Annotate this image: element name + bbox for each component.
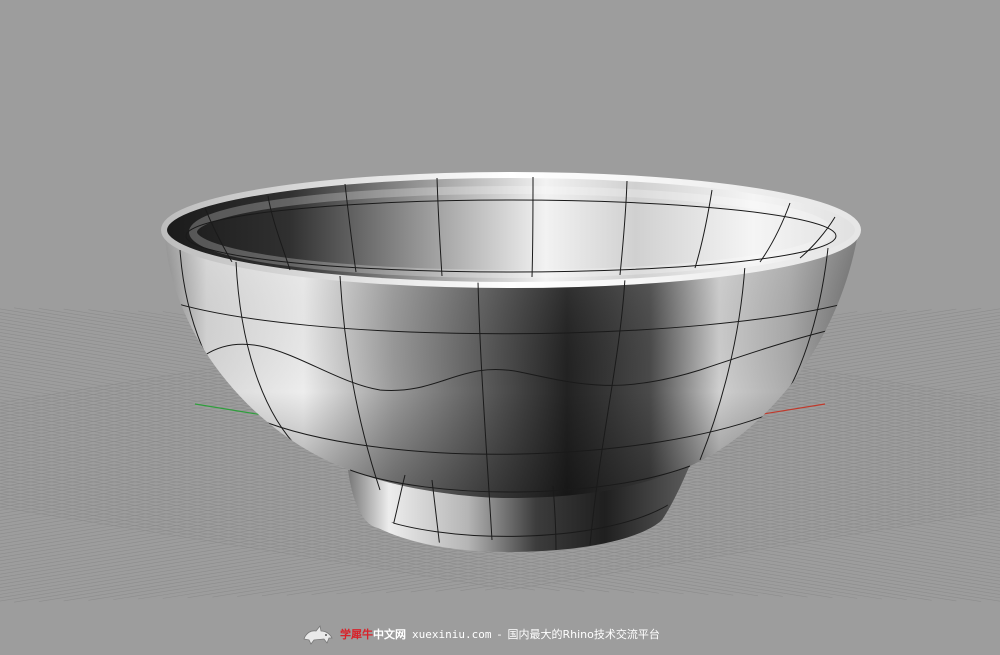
watermark-tagline: 国内最大的Rhino技术交流平台 bbox=[507, 628, 660, 641]
3d-scene[interactable] bbox=[0, 0, 1000, 655]
watermark-site-url: xuexiniu.com bbox=[412, 627, 492, 641]
perspective-viewport[interactable]: 学犀牛 中文网 xuexiniu.com - 国内最大的Rhino技术交流平台 bbox=[0, 0, 1000, 655]
watermark-brand-white: 中文网 bbox=[373, 628, 406, 641]
watermark-brand-red: 学犀牛 bbox=[340, 628, 373, 641]
rhino-logo-icon bbox=[303, 625, 333, 645]
site-watermark: 学犀牛 中文网 xuexiniu.com - 国内最大的Rhino技术交流平台 bbox=[302, 622, 660, 646]
bowl-model[interactable] bbox=[161, 172, 861, 552]
watermark-separator: - bbox=[497, 627, 502, 641]
